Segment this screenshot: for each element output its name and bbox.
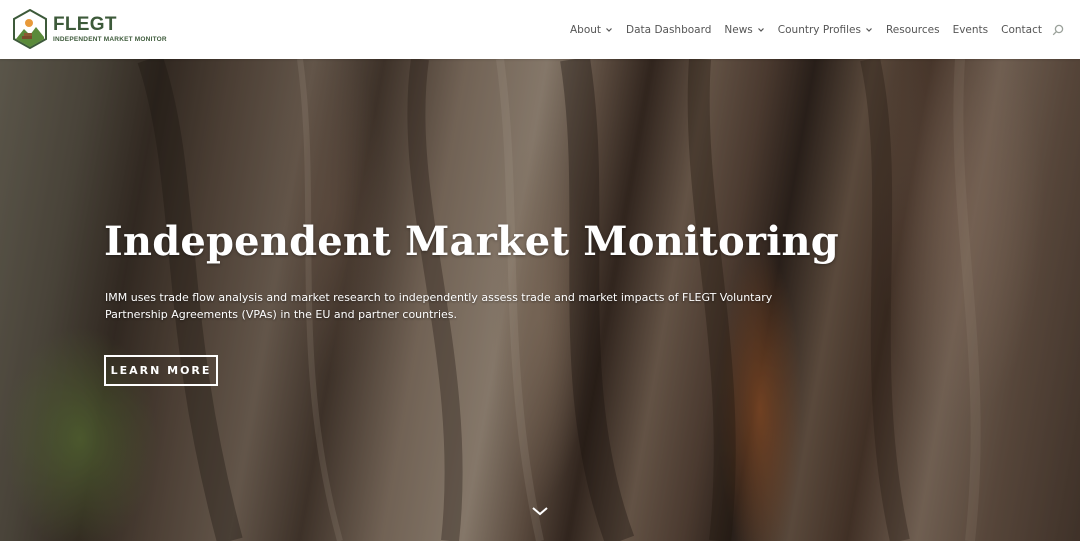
hero-title: Independent Market Monitoring	[104, 218, 839, 265]
nav-item-events[interactable]: Events	[953, 24, 989, 36]
nav-label-about: About	[569, 23, 602, 36]
logo-subtitle: INDEPENDENT MARKET MONITOR	[53, 36, 167, 43]
chevron-down-icon	[866, 27, 872, 32]
nav-label-events: Events	[952, 23, 989, 36]
hero-description: IMM uses trade flow analysis and market …	[105, 291, 773, 321]
nav-item-data-dashboard[interactable]: Data Dashboard	[626, 24, 711, 36]
nav-label-resources: Resources	[885, 23, 940, 36]
hero-section: Independent Market Monitoring IMM uses t…	[0, 59, 1080, 541]
site-header: FLEGT INDEPENDENT MARKET MONITOR About D…	[0, 0, 1080, 59]
learn-more-button[interactable]: LEARN MORE	[104, 355, 218, 386]
site-logo[interactable]: FLEGT INDEPENDENT MARKET MONITOR	[12, 9, 167, 49]
logo-title: FLEGT	[53, 14, 117, 35]
nav-item-resources[interactable]: Resources	[886, 24, 940, 36]
search-icon[interactable]	[1052, 24, 1064, 36]
main-navigation: About Data Dashboard News Country Profil…	[570, 0, 1080, 59]
nav-item-news[interactable]: News	[724, 24, 764, 36]
nav-item-about[interactable]: About	[570, 24, 613, 36]
nav-item-contact[interactable]: Contact	[1001, 24, 1042, 36]
nav-item-country-profiles[interactable]: Country Profiles	[778, 24, 873, 36]
nav-label-contact: Contact	[1001, 23, 1042, 36]
chevron-down-icon	[757, 27, 764, 32]
nav-label-data-dashboard: Data Dashboard	[626, 23, 712, 36]
chevron-down-icon[interactable]	[531, 505, 549, 517]
nav-label-country-profiles: Country Profiles	[777, 23, 861, 36]
nav-label-news: News	[724, 23, 753, 36]
logo-icon	[13, 9, 47, 49]
chevron-down-icon	[606, 27, 612, 32]
